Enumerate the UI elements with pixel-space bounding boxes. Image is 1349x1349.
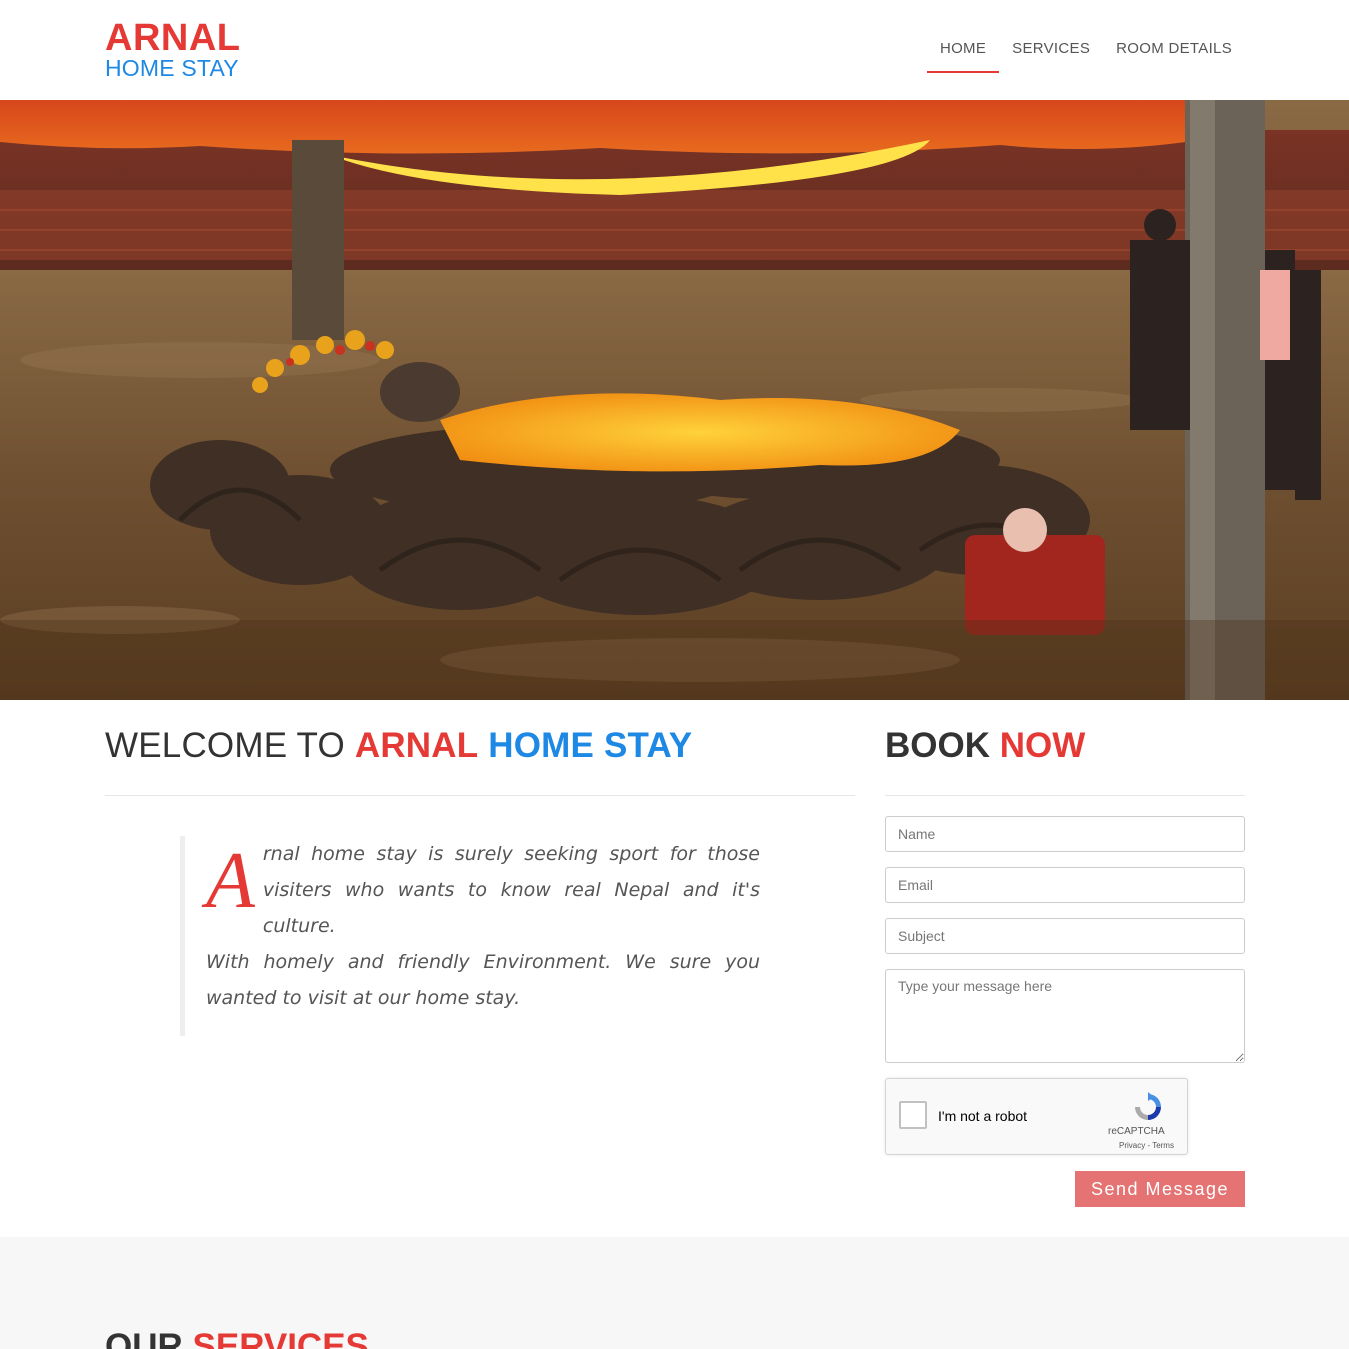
dropcap-letter: A <box>206 837 255 925</box>
book-title-red: NOW <box>999 726 1086 765</box>
recaptcha-links[interactable]: Privacy - Terms <box>1119 1141 1174 1150</box>
site-logo[interactable]: ARNAL HOME STAY <box>105 17 241 81</box>
nav-item-home[interactable]: HOME <box>926 40 1000 73</box>
welcome-title-red: ARNAL <box>354 726 479 765</box>
recaptcha-checkbox[interactable] <box>899 1101 927 1129</box>
book-now-title: BOOK NOW <box>885 726 1085 766</box>
book-divider <box>885 795 1245 796</box>
logo-name-top: ARNAL <box>105 17 241 59</box>
welcome-divider <box>105 795 855 796</box>
services-section: OUR SERVICES <box>0 1237 1349 1349</box>
welcome-paragraph-1-text: rnal home stay is surely seeking sport f… <box>262 843 760 937</box>
recaptcha-widget: I'm not a robot reCAPTCHA Privacy - Term… <box>885 1078 1188 1155</box>
send-message-button[interactable]: Send Message <box>1075 1171 1245 1207</box>
message-field[interactable] <box>885 969 1245 1063</box>
services-title-red: SERVICES <box>192 1327 369 1349</box>
welcome-quote: Arnal home stay is surely seeking sport … <box>180 836 760 1036</box>
services-title-prefix: OUR <box>105 1327 183 1349</box>
welcome-paragraph-2: With homely and friendly Environment. We… <box>206 951 760 1009</box>
hero-banner <box>0 100 1349 700</box>
welcome-paragraph-1: Arnal home stay is surely seeking sport … <box>206 836 760 944</box>
book-title-prefix: BOOK <box>885 726 990 765</box>
site-header: ARNAL HOME STAY HOME SERVICES ROOM DETAI… <box>0 0 1349 100</box>
welcome-title-prefix: WELCOME TO <box>105 726 345 765</box>
welcome-title: WELCOME TO ARNAL HOME STAY <box>105 726 692 766</box>
welcome-title-blue: HOME STAY <box>488 726 693 765</box>
temple-photo-icon <box>0 100 1349 700</box>
main-nav: HOME SERVICES ROOM DETAILS <box>926 40 1245 73</box>
name-field[interactable] <box>885 816 1245 852</box>
nav-item-room-details[interactable]: ROOM DETAILS <box>1103 40 1245 73</box>
recaptcha-label: I'm not a robot <box>938 1108 1028 1124</box>
recaptcha-icon <box>1135 1092 1161 1120</box>
services-title: OUR SERVICES <box>105 1327 369 1349</box>
email-field[interactable] <box>885 867 1245 903</box>
recaptcha-brand: reCAPTCHA <box>1108 1126 1165 1137</box>
logo-name-bottom: HOME STAY <box>105 55 239 81</box>
nav-item-services[interactable]: SERVICES <box>999 40 1103 73</box>
subject-field[interactable] <box>885 918 1245 954</box>
